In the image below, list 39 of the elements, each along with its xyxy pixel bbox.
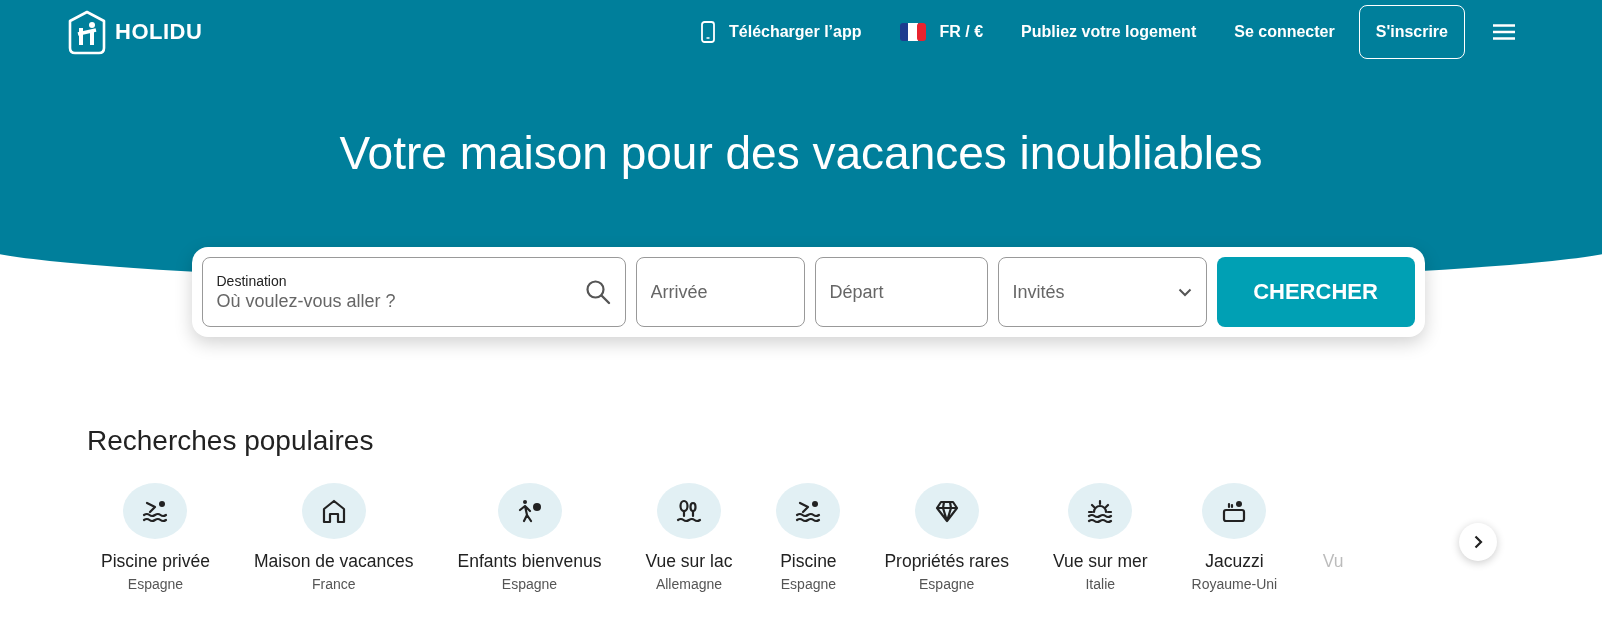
category-country: Allemagne	[655, 576, 723, 592]
category-name[interactable]: Propriétés rares	[884, 551, 1009, 572]
category-country: France	[311, 576, 356, 592]
category-country: Italie	[1085, 576, 1116, 592]
logo-icon	[67, 9, 107, 55]
download-app-link[interactable]: Télécharger l’app	[701, 21, 862, 43]
category-name[interactable]: Vue sur mer	[1052, 551, 1148, 572]
destination-input[interactable]: Où voulez-vous aller ?	[216, 290, 449, 312]
destination-field[interactable]: Destination Où voulez-vous aller ?	[201, 257, 626, 327]
logo-text[interactable]: HOLIDU	[115, 19, 203, 45]
guests-input[interactable]: Invités	[1012, 281, 1133, 303]
nav-link[interactable]: Publiez votre logement	[1021, 23, 1197, 41]
category-name[interactable]: Vue sur lac	[645, 551, 733, 572]
category-name[interactable]: Jacuzzi	[1205, 551, 1264, 572]
category-name[interactable]: Enfants bienvenus	[457, 551, 602, 572]
checkout-field[interactable]: Départ	[814, 257, 988, 327]
category-name[interactable]: Maison de vacances	[253, 551, 414, 572]
phone-icon	[701, 21, 715, 43]
nav-link[interactable]: Se connecter	[1234, 23, 1335, 41]
guests-dropdown[interactable]: Invités	[997, 257, 1207, 327]
flag-icon	[899, 23, 926, 41]
signup-button[interactable]: S'inscrire	[1358, 5, 1465, 59]
menu-icon[interactable]	[1493, 24, 1515, 40]
category-country: Espagne	[780, 576, 837, 592]
category-country: Espagne	[919, 576, 975, 592]
category-country: Espagne	[127, 576, 184, 592]
category-country: Espagne	[501, 576, 558, 592]
field-label: Destination	[216, 272, 288, 289]
checkin-field[interactable]: Arrivée	[635, 257, 805, 327]
category-name[interactable]: Piscine privée	[101, 551, 210, 572]
hero-title: Votre maison pour des vacances inoubliables	[338, 126, 1264, 180]
chevron-down-icon	[1177, 287, 1192, 297]
language-selector[interactable]: FR / €	[899, 23, 984, 41]
category-country: Royaume-Uni	[1191, 576, 1278, 592]
chevron-right-icon	[1473, 535, 1483, 549]
search-icon	[584, 279, 611, 305]
category-name[interactable]: Piscine	[780, 551, 837, 572]
section-title: Recherches populaires	[87, 425, 375, 457]
next-arrow-button[interactable]	[1459, 523, 1497, 561]
